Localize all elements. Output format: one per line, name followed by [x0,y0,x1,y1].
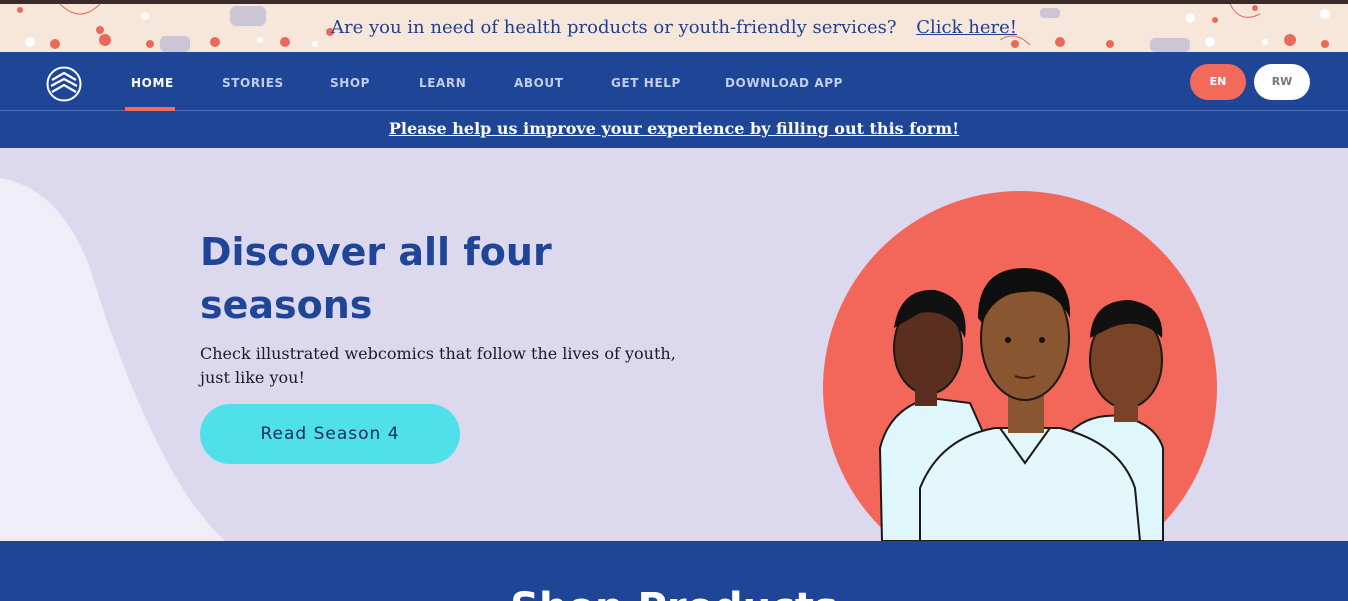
logo-chevrons-icon[interactable] [46,66,82,102]
announcement-message: Are you in need of health products or yo… [0,17,1348,38]
announcement-text: Are you in need of health products or yo… [331,17,897,38]
announcement-bar: Are you in need of health products or yo… [0,0,1348,52]
language-rw-button[interactable]: RW [1254,64,1310,100]
read-season-button[interactable]: Read Season 4 [200,404,460,464]
products-heading: Shop Products [0,585,1348,601]
nav-item-home[interactable]: HOME [131,76,174,90]
hero-description: Check illustrated webcomics that follow … [200,344,676,387]
feedback-banner: Please help us improve your experience b… [0,111,1348,148]
nav-item-download-app[interactable]: DOWNLOAD APP [725,76,843,90]
announcement-link[interactable]: Click here! [916,17,1017,38]
language-en-button[interactable]: EN [1190,64,1246,100]
nav-item-get-help[interactable]: GET HELP [611,76,681,90]
hero-title: Discover all four seasons [200,230,552,327]
nav-item-stories[interactable]: STORIES [222,76,284,90]
feedback-form-link[interactable]: Please help us improve your experience b… [389,119,959,138]
nav-item-about[interactable]: ABOUT [514,76,564,90]
nav-item-learn[interactable]: LEARN [419,76,466,90]
main-navbar: HOME STORIES SHOP LEARN ABOUT GET HELP D… [0,52,1348,111]
products-section: Shop Products [0,541,1348,601]
hero-section: Discover all four seasons Check illustra… [0,148,1348,541]
nav-item-shop[interactable]: SHOP [330,76,370,90]
comic-characters-illustration [823,191,1217,541]
